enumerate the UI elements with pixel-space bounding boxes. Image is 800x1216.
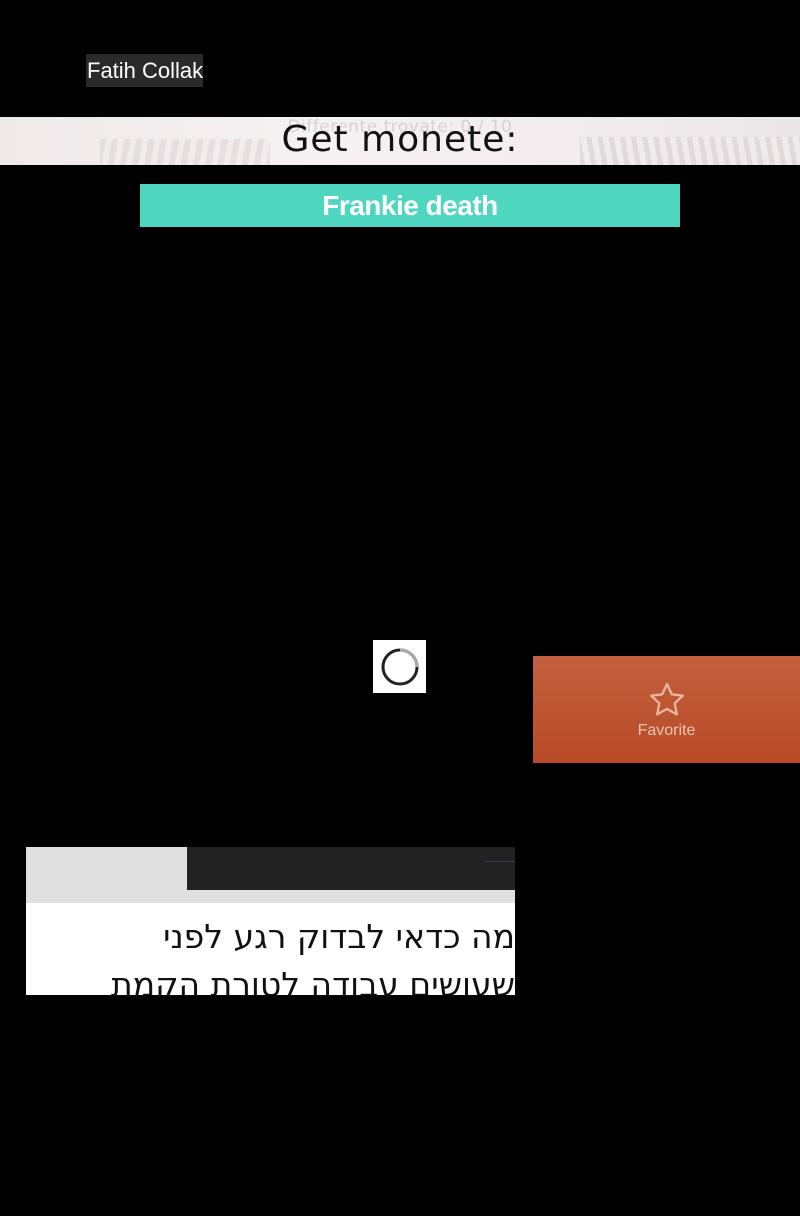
article-headline: מה כדאי לבדוק רגע לפני שעושים עבודה לטור… [45,913,515,995]
banner-headline: Get monete: [281,119,519,160]
star-icon [649,682,684,715]
name-pill-button[interactable]: Frankie death [140,184,680,227]
favorite-button[interactable]: Favorite [533,656,800,763]
card-header-divider [485,861,515,862]
user-name-chip[interactable]: Fatih Collak [86,54,204,87]
screen: Fatih Collak Differente trovate: 0 / 10 … [0,0,800,1216]
card-header-dark [187,847,515,890]
loading-indicator [373,640,426,693]
promo-banner[interactable]: Differente trovate: 0 / 10 Get monete: [0,117,800,165]
spinner-icon [381,648,418,685]
user-name: Fatih Collak [87,58,204,83]
name-pill-label: Frankie death [322,189,498,221]
article-headline-line-1: מה כדאי לבדוק רגע לפני [163,917,515,956]
article-headline-line-2: שעושים עבודה לטורת הקמת [111,965,515,995]
favorite-label: Favorite [637,721,696,739]
article-preview-card[interactable]: מה כדאי לבדוק רגע לפני שעושים עבודה לטור… [26,847,515,995]
